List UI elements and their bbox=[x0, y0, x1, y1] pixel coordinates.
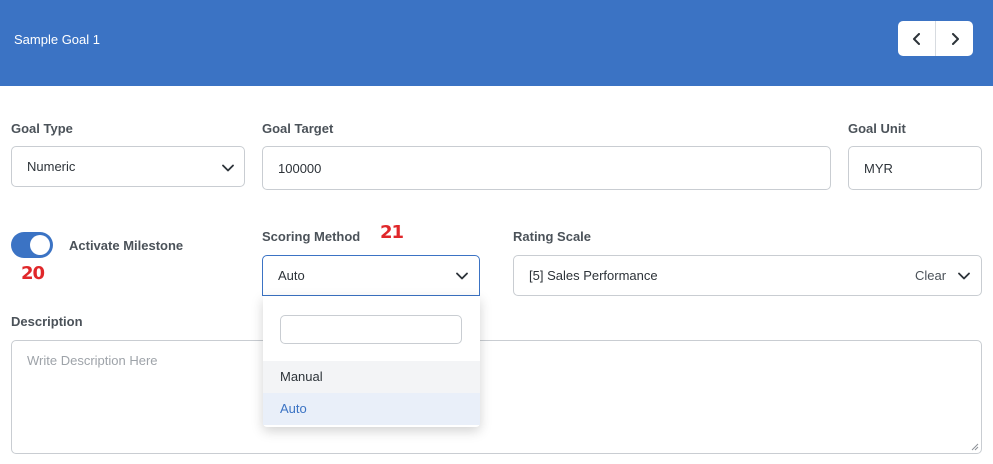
goal-type-value: Numeric bbox=[27, 159, 76, 174]
goal-type-label: Goal Type bbox=[11, 121, 73, 136]
description-label: Description bbox=[11, 314, 83, 329]
goal-type-select[interactable]: Numeric bbox=[11, 146, 245, 187]
description-placeholder: Write Description Here bbox=[27, 353, 158, 368]
toggle-knob bbox=[30, 235, 50, 255]
goal-unit-label: Goal Unit bbox=[848, 121, 906, 136]
scoring-method-dropdown: Manual Auto bbox=[263, 296, 480, 427]
activate-milestone-toggle[interactable] bbox=[11, 232, 53, 258]
next-button[interactable] bbox=[935, 21, 973, 56]
record-navigation bbox=[898, 21, 973, 56]
rating-scale-select[interactable]: [5] Sales Performance Clear bbox=[513, 255, 982, 296]
activate-milestone-label: Activate Milestone bbox=[69, 238, 184, 253]
page-header: Sample Goal 1 bbox=[0, 0, 993, 86]
chevron-right-icon bbox=[951, 32, 959, 45]
description-textarea[interactable]: Write Description Here bbox=[11, 340, 982, 454]
chevron-down-icon bbox=[958, 272, 970, 280]
scoring-method-label: Scoring Method bbox=[262, 229, 361, 244]
goal-target-input[interactable]: 100000 bbox=[262, 146, 831, 190]
goal-target-label: Goal Target bbox=[262, 121, 334, 136]
chevron-left-icon bbox=[912, 32, 920, 45]
goal-target-value: 100000 bbox=[278, 161, 322, 176]
dropdown-search-input[interactable] bbox=[280, 315, 462, 344]
goal-unit-value: MYR bbox=[864, 161, 893, 176]
goal-unit-input[interactable]: MYR bbox=[848, 146, 982, 190]
annotation-badge-21: 21 bbox=[380, 222, 404, 243]
rating-scale-value: [5] Sales Performance bbox=[529, 268, 658, 283]
chevron-down-icon bbox=[222, 164, 234, 172]
option-auto[interactable]: Auto bbox=[263, 393, 480, 425]
annotation-badge-20: 20 bbox=[21, 263, 45, 284]
clear-button[interactable]: Clear bbox=[915, 268, 946, 283]
scoring-method-value: Auto bbox=[278, 268, 305, 283]
previous-button[interactable] bbox=[898, 21, 935, 56]
rating-scale-label: Rating Scale bbox=[513, 229, 592, 244]
resize-handle-icon[interactable] bbox=[970, 442, 979, 451]
chevron-down-icon bbox=[456, 272, 468, 280]
option-manual[interactable]: Manual bbox=[263, 361, 480, 393]
goal-title: Sample Goal 1 bbox=[14, 32, 100, 47]
scoring-method-select[interactable]: Auto bbox=[262, 255, 480, 296]
